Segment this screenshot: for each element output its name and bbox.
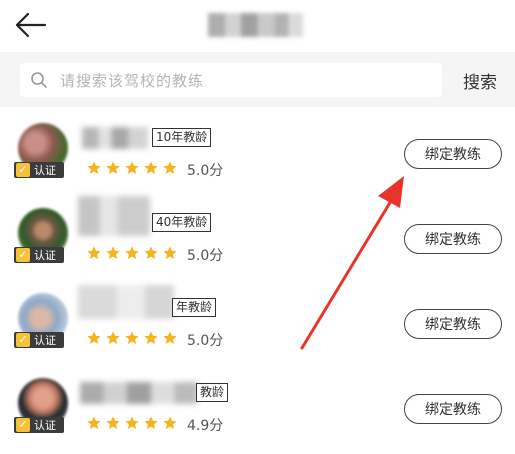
star-rating	[86, 160, 178, 176]
verified-badge: ✓ 认证	[14, 162, 64, 178]
verified-badge: ✓ 认证	[14, 417, 64, 433]
search-button[interactable]: 搜索	[463, 68, 497, 93]
rating-score: 5.0分	[187, 248, 224, 264]
star-icon	[125, 331, 139, 344]
star-icon	[87, 416, 101, 429]
search-bar: 请搜索该驾校的教练 搜索	[0, 52, 515, 107]
star-icon	[106, 161, 120, 174]
coach-row: ✓ 认证 年教龄 5.0分 绑定教练	[0, 277, 515, 362]
rating-score: 5.0分	[187, 163, 224, 179]
page-title-redacted	[208, 13, 303, 37]
verified-badge: ✓ 认证	[14, 332, 64, 348]
verified-badge: ✓ 认证	[14, 247, 64, 263]
coach-list: ✓ 认证 10年教龄 5.0分 绑定教练 ✓ 认证 40年教龄 5.0分 绑定教…	[0, 107, 515, 447]
star-icon	[144, 331, 158, 344]
star-icon	[144, 246, 158, 259]
rating-score: 4.9分	[187, 418, 224, 434]
star-rating	[86, 415, 178, 431]
coach-row: ✓ 认证 40年教龄 5.0分 绑定教练	[0, 192, 515, 277]
star-icon	[87, 331, 101, 344]
star-icon	[125, 161, 139, 174]
star-icon	[106, 246, 120, 259]
check-badge-icon: ✓	[16, 163, 30, 177]
star-rating	[86, 330, 178, 346]
star-icon	[144, 161, 158, 174]
star-icon	[163, 246, 177, 259]
arrow-left-icon	[15, 12, 47, 38]
search-input[interactable]: 请搜索该驾校的教练	[20, 63, 442, 97]
coach-name-redacted	[78, 196, 150, 236]
top-bar	[0, 0, 515, 52]
rating-score: 5.0分	[187, 333, 224, 349]
experience-tag: 10年教龄	[152, 128, 212, 147]
coach-name-redacted	[80, 382, 198, 404]
bind-coach-button[interactable]: 绑定教练	[404, 394, 502, 424]
check-badge-icon: ✓	[16, 418, 30, 432]
star-icon	[163, 331, 177, 344]
coach-row: ✓ 认证 教龄 4.9分 绑定教练	[0, 362, 515, 447]
experience-tag: 40年教龄	[152, 213, 212, 232]
bind-coach-button[interactable]: 绑定教练	[404, 139, 502, 169]
star-icon	[87, 246, 101, 259]
search-icon	[31, 72, 47, 88]
experience-tag: 年教龄	[172, 298, 217, 317]
coach-row: ✓ 认证 10年教龄 5.0分 绑定教练	[0, 107, 515, 192]
star-icon	[163, 416, 177, 429]
star-icon	[144, 416, 158, 429]
star-icon	[87, 161, 101, 174]
bind-coach-button[interactable]: 绑定教练	[404, 224, 502, 254]
check-badge-icon: ✓	[16, 248, 30, 262]
bind-coach-button[interactable]: 绑定教练	[404, 309, 502, 339]
experience-tag: 教龄	[196, 383, 229, 402]
star-icon	[106, 331, 120, 344]
coach-name-redacted	[78, 285, 174, 319]
star-icon	[163, 161, 177, 174]
star-icon	[125, 246, 139, 259]
star-icon	[106, 416, 120, 429]
check-badge-icon: ✓	[16, 333, 30, 347]
search-placeholder: 请搜索该驾校的教练	[60, 72, 205, 90]
star-rating	[86, 245, 178, 261]
star-icon	[125, 416, 139, 429]
coach-name-redacted	[82, 127, 148, 149]
back-button[interactable]	[14, 10, 48, 40]
